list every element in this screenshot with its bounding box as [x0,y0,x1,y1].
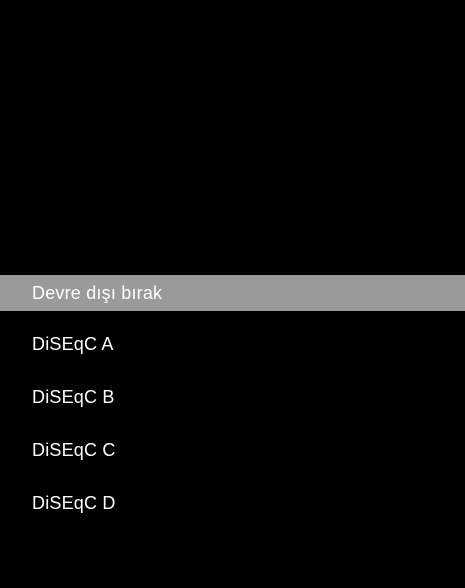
menu-item-diseqc-a[interactable]: DiSEqC A [0,318,465,371]
menu-item-diseqc-d[interactable]: DiSEqC D [0,477,465,530]
menu-item-label: DiSEqC B [32,387,115,407]
menu-item-diseqc-c[interactable]: DiSEqC C [0,424,465,477]
diseqc-option-list: Devre dışı bırak DiSEqC A DiSEqC B DiSEq… [0,275,465,530]
tv-screen: Devre dışı bırak DiSEqC A DiSEqC B DiSEq… [0,0,465,588]
menu-item-label: DiSEqC C [32,440,116,460]
menu-item-label: DiSEqC A [32,334,114,354]
menu-item-diseqc-b[interactable]: DiSEqC B [0,371,465,424]
menu-item-disable[interactable]: Devre dışı bırak [0,275,465,311]
menu-item-label: DiSEqC D [32,493,116,513]
menu-item-label: Devre dışı bırak [32,282,163,303]
